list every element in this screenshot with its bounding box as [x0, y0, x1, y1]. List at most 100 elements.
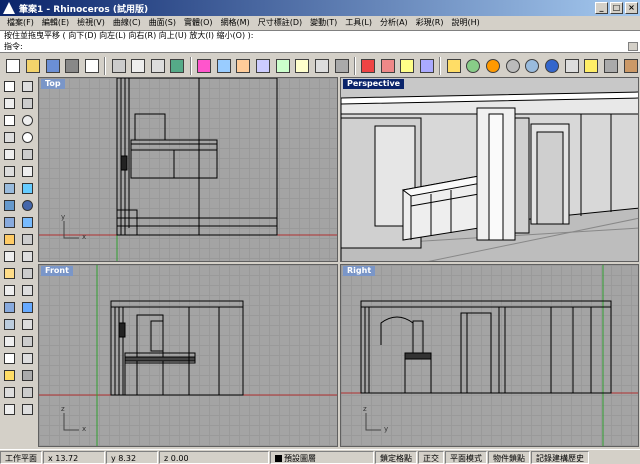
sphere-render-button[interactable]	[543, 57, 562, 76]
close-button[interactable]: ×	[625, 2, 638, 14]
menu-mesh[interactable]: 網格(M)	[217, 17, 254, 28]
minimize-button[interactable]: _	[595, 2, 608, 14]
rotate-view-button[interactable]	[214, 57, 233, 76]
array-tool-button[interactable]	[19, 333, 36, 349]
lock-tool-button[interactable]	[1, 401, 18, 417]
undo-button[interactable]	[168, 57, 187, 76]
analyze-tool-button[interactable]	[19, 350, 36, 366]
maximize-button[interactable]: □	[610, 2, 623, 14]
menu-view[interactable]: 檢視(V)	[73, 17, 109, 28]
car2-button[interactable]	[379, 57, 398, 76]
import-button[interactable]	[83, 57, 102, 76]
boolean-tool-button[interactable]	[1, 231, 18, 247]
car-button[interactable]	[359, 57, 378, 76]
free-curve-tool-button[interactable]	[19, 146, 36, 162]
split-tool-button[interactable]	[1, 265, 18, 281]
snap-tool-button[interactable]	[19, 401, 36, 417]
menu-dimension[interactable]: 尺寸標註(D)	[254, 17, 306, 28]
paste-button[interactable]	[148, 57, 167, 76]
trim-tool-button[interactable]	[19, 248, 36, 264]
color-wheel-button[interactable]	[484, 57, 503, 76]
light-button[interactable]	[582, 57, 601, 76]
lightbulb-button[interactable]	[444, 57, 463, 76]
box-tool-button[interactable]	[1, 197, 18, 213]
copy-obj-tool-button[interactable]	[19, 299, 36, 315]
viewport-label-right[interactable]: Right	[343, 266, 376, 276]
bulb-button[interactable]	[398, 57, 417, 76]
command-scroll-button[interactable]	[628, 42, 638, 51]
save-button[interactable]	[43, 57, 62, 76]
tools-button[interactable]	[621, 57, 640, 76]
menu-tools[interactable]: 工具(L)	[341, 17, 376, 28]
menu-transform[interactable]: 變動(T)	[306, 17, 341, 28]
viewport-label-front[interactable]: Front	[41, 266, 73, 276]
dimension-tool-button[interactable]	[1, 350, 18, 366]
layer-obj-tool-button[interactable]	[19, 367, 36, 383]
sphere-tool-button[interactable]	[19, 197, 36, 213]
zoom-extents-button[interactable]	[273, 57, 292, 76]
move-tool-button[interactable]	[1, 299, 18, 315]
menu-solid[interactable]: 實體(O)	[180, 17, 217, 28]
polyline-tool-button[interactable]	[1, 95, 18, 111]
new-button[interactable]	[4, 57, 23, 76]
sphere-wire-button[interactable]	[503, 57, 522, 76]
rectangle-tool-button[interactable]	[1, 129, 18, 145]
properties-tool-button[interactable]	[1, 384, 18, 400]
surface-loft-tool-button[interactable]	[19, 180, 36, 196]
menu-help[interactable]: 說明(H)	[448, 17, 484, 28]
status-history[interactable]: 記錄建構歷史	[531, 450, 589, 464]
join-tool-button[interactable]	[19, 265, 36, 281]
group-tool-button[interactable]	[19, 282, 36, 298]
command-line[interactable]: 指令:	[0, 41, 640, 53]
select-tool-button[interactable]	[1, 78, 18, 94]
status-grid-snap[interactable]: 鎖定格點	[375, 450, 417, 464]
status-planar[interactable]: 平面模式	[445, 450, 487, 464]
status-layer[interactable]: 預設圖層	[270, 450, 374, 464]
fillet-tool-button[interactable]	[1, 248, 18, 264]
extrude-tool-button[interactable]	[19, 214, 36, 230]
rotate-tool-button[interactable]	[1, 316, 18, 332]
menu-surface[interactable]: 曲面(S)	[145, 17, 180, 28]
points-button[interactable]	[418, 57, 437, 76]
open-button[interactable]	[24, 57, 43, 76]
text-tool-button[interactable]	[1, 163, 18, 179]
ellipse-tool-button[interactable]	[19, 129, 36, 145]
menu-file[interactable]: 檔案(F)	[3, 17, 38, 28]
cylinder-tool-button[interactable]	[1, 214, 18, 230]
cut-button[interactable]	[109, 57, 128, 76]
viewport-top[interactable]: Top y x	[38, 77, 338, 262]
status-osnap[interactable]: 物件鎖點	[488, 450, 530, 464]
wrench-button[interactable]	[602, 57, 621, 76]
rhino-app-icon[interactable]	[3, 2, 15, 14]
zoom-dynamic-button[interactable]	[234, 57, 253, 76]
mesh-tool-button[interactable]	[19, 231, 36, 247]
zoom-window-button[interactable]	[254, 57, 273, 76]
status-ortho[interactable]: 正交	[418, 450, 444, 464]
viewport-label-perspective[interactable]: Perspective	[343, 79, 405, 89]
scale-tool-button[interactable]	[19, 316, 36, 332]
render-tool-button[interactable]	[1, 367, 18, 383]
menu-render[interactable]: 彩現(R)	[412, 17, 448, 28]
layer-color-button[interactable]	[464, 57, 483, 76]
material-button[interactable]	[562, 57, 581, 76]
layer-button[interactable]	[313, 57, 332, 76]
menu-edit[interactable]: 編輯(E)	[38, 17, 73, 28]
circle-tool-button[interactable]	[19, 112, 36, 128]
arc-tool-button[interactable]	[1, 112, 18, 128]
viewport-label-top[interactable]: Top	[41, 79, 65, 89]
hide-tool-button[interactable]	[19, 384, 36, 400]
viewport-right[interactable]: Right z y	[340, 264, 639, 447]
viewport-front[interactable]: Front z x	[38, 264, 338, 447]
copy-button[interactable]	[129, 57, 148, 76]
menu-curve[interactable]: 曲線(C)	[109, 17, 145, 28]
grid-button[interactable]	[332, 57, 351, 76]
point-tool-button[interactable]	[19, 78, 36, 94]
menu-analyze[interactable]: 分析(A)	[376, 17, 412, 28]
curve-tool-button[interactable]	[19, 95, 36, 111]
viewport-perspective[interactable]: Perspective	[340, 77, 639, 262]
surface-tool-button[interactable]	[1, 180, 18, 196]
sphere-shade-button[interactable]	[523, 57, 542, 76]
print-button[interactable]	[63, 57, 82, 76]
offset-tool-button[interactable]	[19, 163, 36, 179]
pan-hand-button[interactable]	[195, 57, 214, 76]
